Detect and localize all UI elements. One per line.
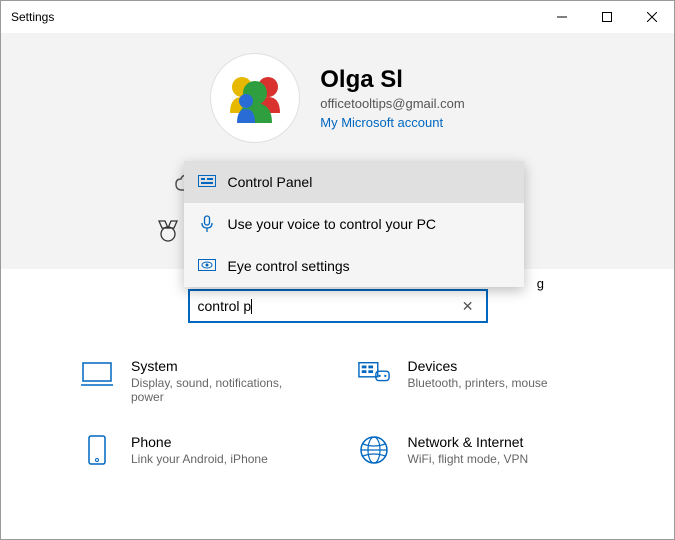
category-title: System [131,358,311,374]
suggestion-label: Eye control settings [228,258,350,274]
titlebar: Settings [1,1,674,33]
category-title: Phone [131,434,268,450]
search-input[interactable]: control p [198,298,458,315]
category-text: Phone Link your Android, iPhone [131,434,268,466]
control-panel-icon [198,173,216,191]
category-sub: Display, sound, notifications, power [131,376,311,404]
category-phone[interactable]: Phone Link your Android, iPhone [81,434,318,466]
suggestion-control-panel[interactable]: Control Panel [184,161,524,203]
suggestion-voice-control[interactable]: Use your voice to control your PC [184,203,524,245]
system-icon [81,358,113,390]
user-info: Olga Sl officetooltips@gmail.com My Micr… [320,66,464,130]
mic-icon [198,215,216,233]
minimize-button[interactable] [539,1,584,33]
search-area: Control Panel Use your voice to control … [188,289,488,323]
category-devices[interactable]: Devices Bluetooth, printers, mouse [358,358,595,404]
suggestion-label: Use your voice to control your PC [228,216,437,232]
microsoft-account-link[interactable]: My Microsoft account [320,115,464,130]
rewards-trail: g [537,276,544,291]
category-text: System Display, sound, notifications, po… [131,358,311,404]
phone-icon [81,434,113,466]
clear-icon[interactable]: ✕ [458,298,478,315]
user-email: officetooltips@gmail.com [320,96,464,111]
window-title: Settings [1,10,54,24]
user-name: Olga Sl [320,66,464,94]
category-sub: Bluetooth, printers, mouse [408,376,548,390]
suggestion-eye-control[interactable]: Eye control settings [184,245,524,287]
category-title: Network & Internet [408,434,529,450]
settings-window: Settings [0,0,675,540]
devices-icon [358,358,390,390]
category-text: Network & Internet WiFi, flight mode, VP… [408,434,529,466]
user-row: Olga Sl officetooltips@gmail.com My Micr… [1,53,674,143]
category-system[interactable]: System Display, sound, notifications, po… [81,358,318,404]
window-controls [539,1,674,33]
category-network[interactable]: Network & Internet WiFi, flight mode, VP… [358,434,595,466]
content-area: Olga Sl officetooltips@gmail.com My Micr… [1,33,674,539]
categories-grid: System Display, sound, notifications, po… [1,323,674,486]
network-icon [358,434,390,466]
category-sub: WiFi, flight mode, VPN [408,452,529,466]
eye-icon [198,257,216,275]
avatar[interactable] [210,53,300,143]
category-title: Devices [408,358,548,374]
close-button[interactable] [629,1,674,33]
category-sub: Link your Android, iPhone [131,452,268,466]
category-text: Devices Bluetooth, printers, mouse [408,358,548,390]
search-suggestions: Control Panel Use your voice to control … [184,161,524,287]
search-box[interactable]: control p ✕ [188,289,488,323]
maximize-button[interactable] [584,1,629,33]
medal-icon[interactable] [155,218,181,244]
suggestion-label: Control Panel [228,174,313,190]
